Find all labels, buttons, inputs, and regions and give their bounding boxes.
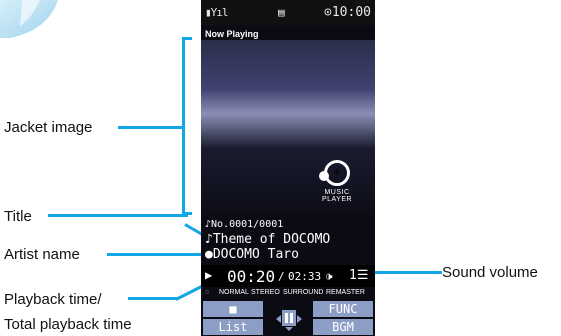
mode-normal: NORMAL [219,289,249,296]
phone-screen: ▮Yıl ▤ ⊙10:00 Now Playing MUSIC PLAYER ♪… [201,0,375,336]
label-playback-time: Playback time/ [4,291,102,308]
elapsed-time: 00:20 [227,267,276,286]
label-sound-volume: Sound volume [442,264,538,281]
corner-tab [0,0,58,38]
music-player-logo: MUSIC PLAYER [309,160,365,203]
label-title: Title [4,208,32,225]
signal-icon: ▮Yıl [205,6,228,19]
stop-button[interactable]: ■ [203,301,263,317]
now-playing-header: Now Playing [205,29,259,39]
status-clock: ⊙10:00 [324,5,371,20]
time-separator: / [278,270,285,283]
list-button[interactable]: List [203,319,263,335]
mode-surround: SURROUND [283,289,324,296]
jacket-image: MUSIC PLAYER [201,40,375,215]
func-button[interactable]: FUNC [313,301,373,317]
track-number: ♪No.0001/0001 [205,219,284,230]
callout-volume-h [366,271,442,274]
play-icon: ▶ [205,268,213,282]
callout-playback-h [128,297,178,300]
playback-bar: ▶ 00:20 / 02:33 🕩 1☰ [201,265,375,287]
callout-artist-h [107,253,207,256]
mode-stereo: STEREO [251,289,280,296]
volume-icon: 🕩 [325,269,333,283]
volume-level: 1☰ [349,268,369,283]
artist-name: ●DOCOMO Taro [205,247,299,262]
sound-mode-icon: ◌ [205,289,210,296]
callout-title-h [48,214,188,217]
dpad-pause-icon[interactable] [274,306,304,332]
music-player-logo-icon [319,160,350,186]
total-time: 02:33 [288,270,322,283]
bgm-button[interactable]: BGM [313,319,373,335]
sound-mode-bar: ◌ NORMAL STEREO SURROUND REMASTER [201,287,375,300]
mail-icon: ▤ [278,6,285,19]
music-player-logo-text: MUSIC PLAYER [321,189,353,203]
callout-jacket-bracket [182,37,185,215]
mode-remaster: REMASTER [326,289,365,296]
callout-jacket-h [118,126,184,129]
label-jacket-image: Jacket image [4,119,93,136]
label-artist-name: Artist name [4,246,80,263]
label-total-playback-time: Total playback time [4,316,132,333]
song-title: ♪Theme of DOCOMO [205,232,331,247]
callout-jacket-bracket-top [182,37,192,40]
status-bar: ▮Yıl ▤ ⊙10:00 [201,0,375,25]
